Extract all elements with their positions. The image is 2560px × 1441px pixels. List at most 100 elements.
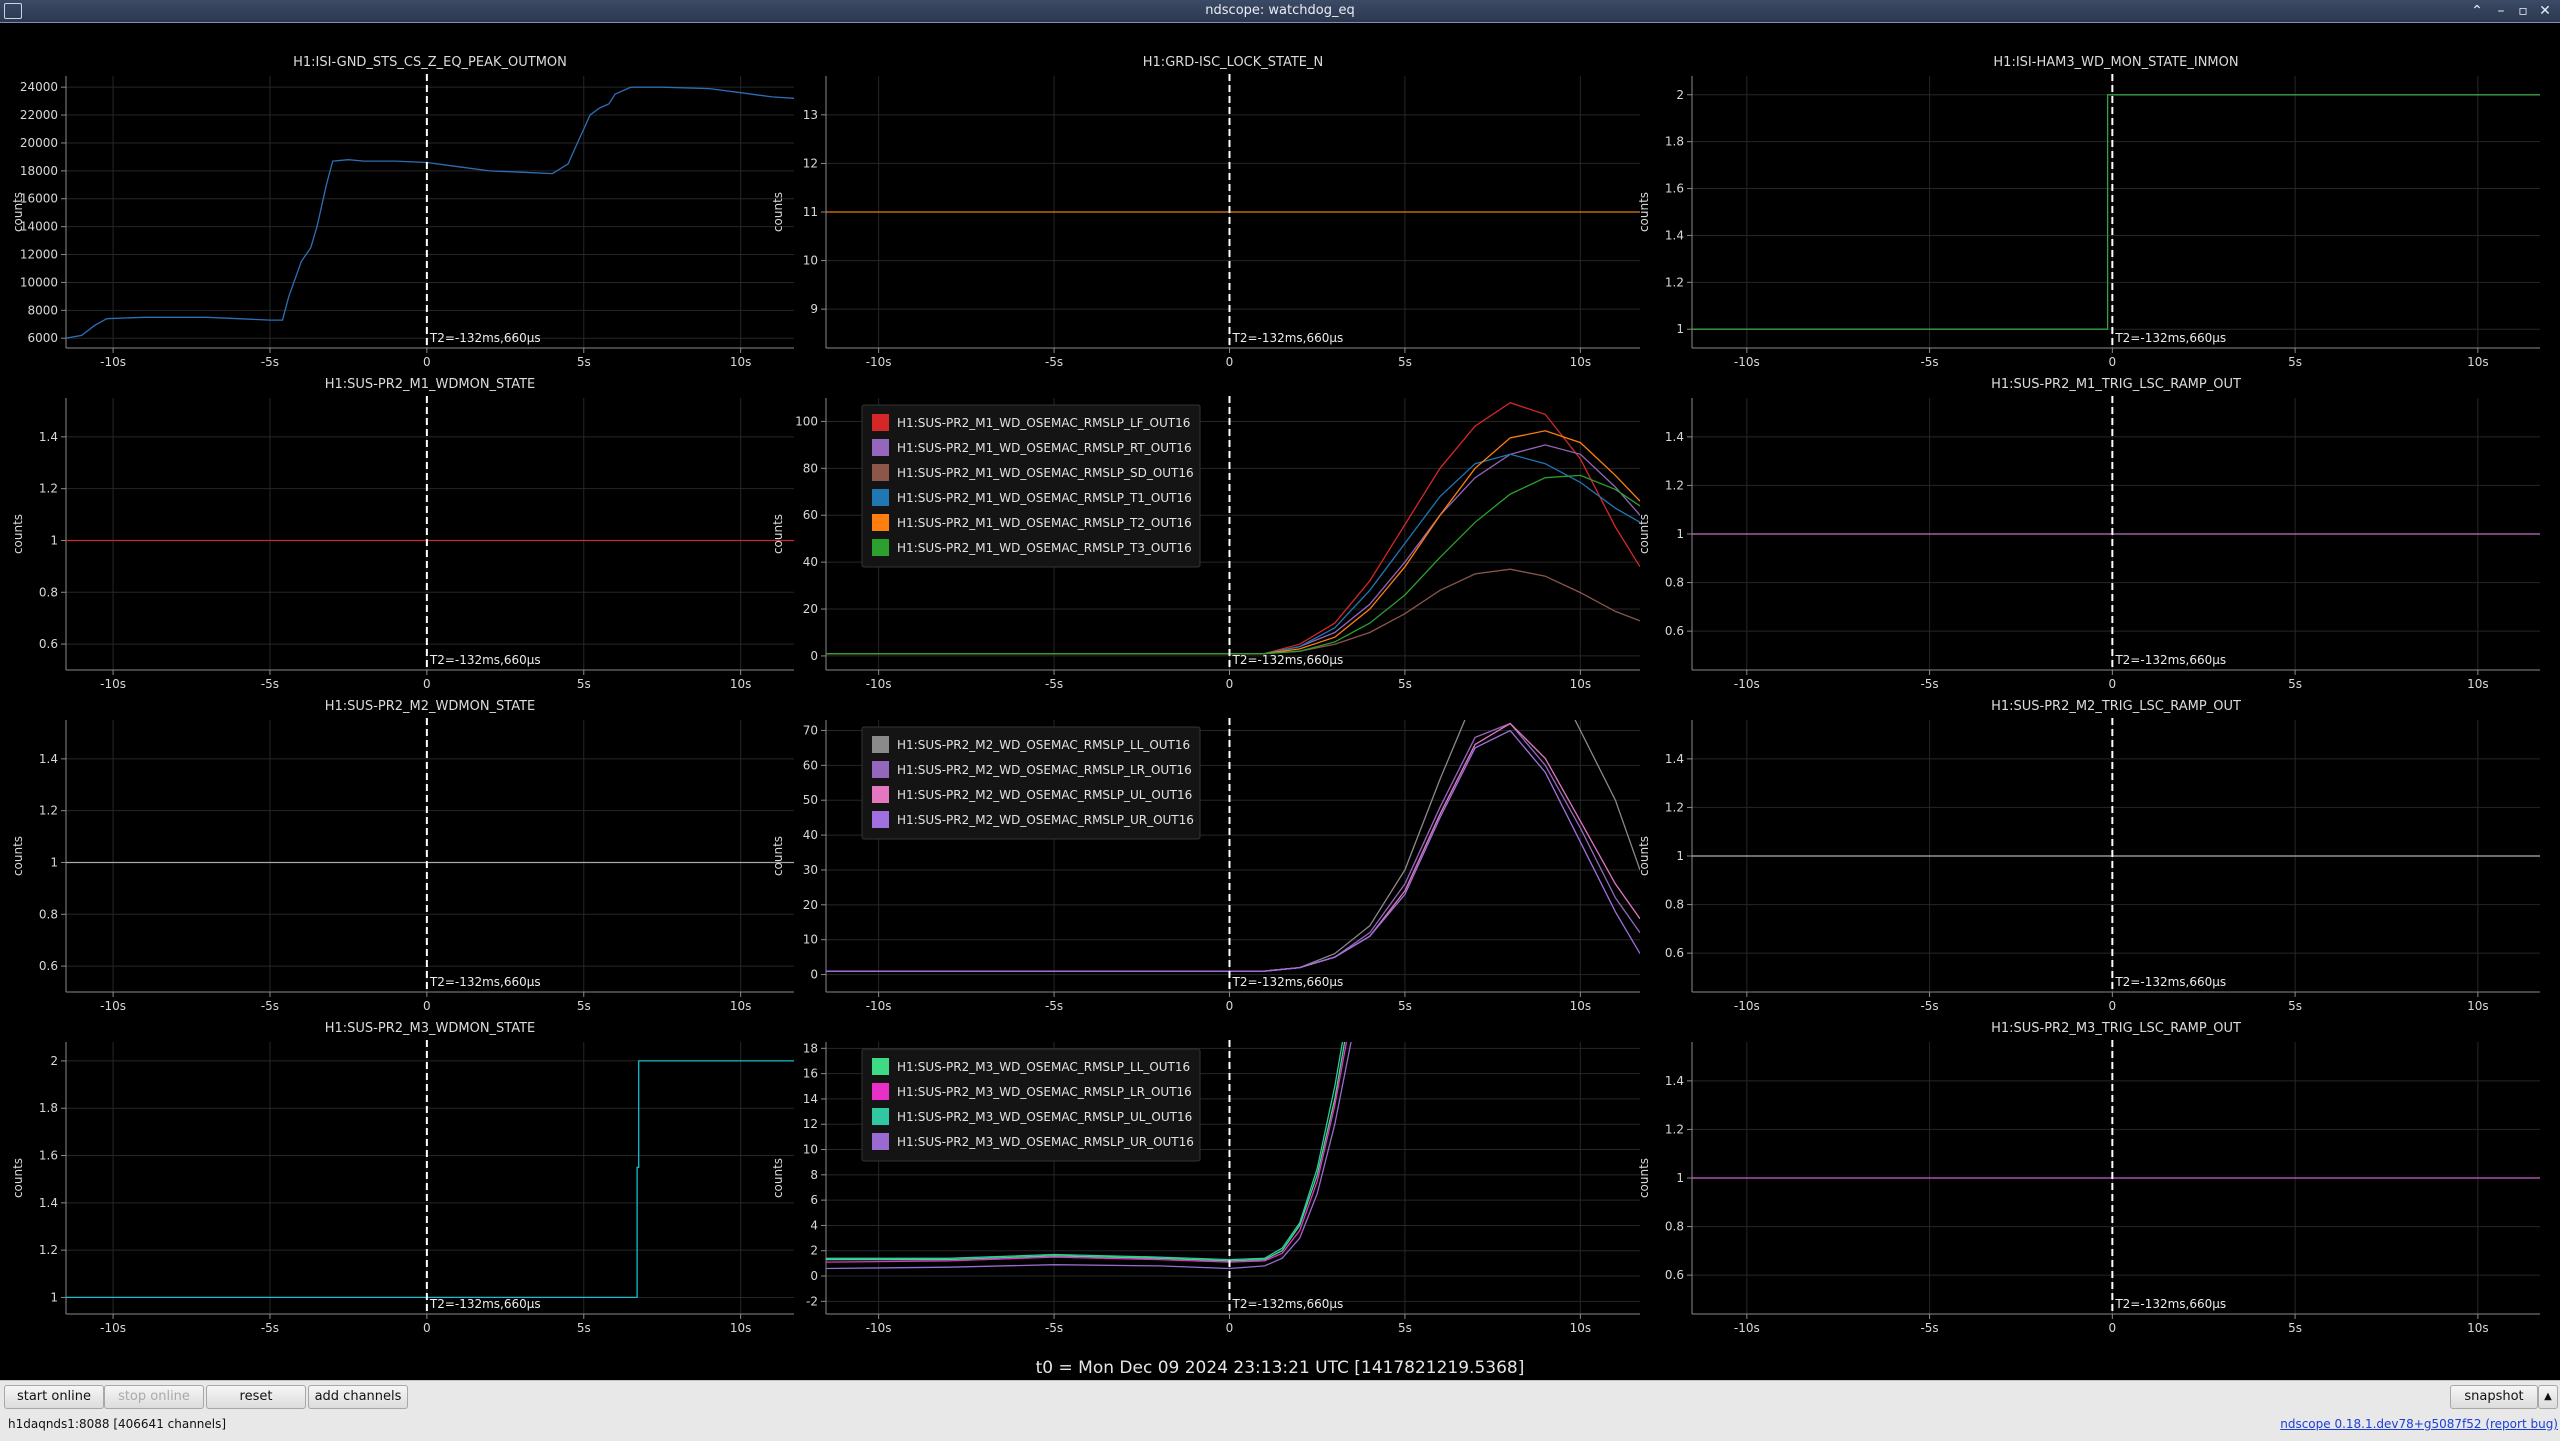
- cursor-label: T2=-132ms,660µs: [429, 653, 541, 667]
- x-tick-label: 5s: [1398, 999, 1412, 1013]
- y-tick-label: 0.6: [39, 637, 58, 651]
- snapshot-menu-icon[interactable]: ▲: [2538, 1385, 2558, 1409]
- plot-title: H1:SUS-PR2_M1_WDMON_STATE: [325, 377, 536, 392]
- y-axis-label: counts: [771, 514, 785, 554]
- legend-swatch: [872, 1133, 889, 1150]
- y-tick-label: 12000: [20, 248, 58, 262]
- legend-label: H1:SUS-PR2_M1_WD_OSEMAC_RMSLP_T1_OUT16: [897, 491, 1192, 505]
- y-axis-label: counts: [771, 192, 785, 232]
- y-tick-label: 1.6: [1665, 182, 1684, 196]
- x-tick-label: -10s: [1734, 677, 1760, 691]
- plot-sus-pr2-m1-osem: 0 20 40 60 80 100 -10s -5s 0 5s 10s counts T2=-132ms…: [771, 396, 1640, 691]
- plot-sus-pr2-m3-wd: H1:SUS-PR2_M3_WDMON_STATE 1 1.2 1.4 1.6 1.8 2 -…: [11, 1021, 794, 1335]
- y-axis-label: counts: [1637, 1158, 1651, 1198]
- x-tick-label: 10s: [1570, 677, 1592, 691]
- x-tick-label: -5s: [1045, 999, 1063, 1013]
- y-axis-label: counts: [771, 1158, 785, 1198]
- cursor-label: T2=-132ms,660µs: [429, 1297, 541, 1311]
- x-tick-label: -10s: [866, 999, 892, 1013]
- y-tick-label: 10: [803, 1143, 818, 1157]
- plot-sus-pr2-m2-wd: H1:SUS-PR2_M2_WDMON_STATE 0.6 0.8 1 1.2 1.4 -1…: [11, 699, 794, 1013]
- stop-online-button[interactable]: stop online: [104, 1385, 204, 1409]
- y-tick-label: 1: [50, 533, 58, 547]
- series-line: [66, 1060, 794, 1299]
- x-tick-label: -5s: [1920, 355, 1938, 369]
- y-tick-label: 1.6: [39, 1149, 58, 1163]
- cursor-label: T2=-132ms,660µs: [1231, 975, 1343, 989]
- x-tick-label: -5s: [1920, 999, 1938, 1013]
- window-title: ndscope: watchdog_eq: [1205, 3, 1355, 18]
- y-tick-label: 1: [50, 855, 58, 869]
- x-tick-label: 5s: [577, 999, 591, 1013]
- cursor-label: T2=-132ms,660µs: [2114, 653, 2226, 667]
- legend-swatch: [872, 736, 889, 753]
- plot-title: H1:ISI-HAM3_WD_MON_STATE_INMON: [1993, 55, 2238, 70]
- legend-label: H1:SUS-PR2_M2_WD_OSEMAC_RMSLP_LR_OUT16: [897, 763, 1192, 777]
- y-tick-label: 60: [803, 758, 818, 772]
- y-tick-label: 6: [810, 1193, 818, 1207]
- plot-sus-pr2-m3-trig: H1:SUS-PR2_M3_TRIG_LSC_RAMP_OUT 0.6 0.8 1 1.…: [1637, 1021, 2540, 1335]
- y-tick-label: 1.2: [39, 804, 58, 818]
- x-tick-label: 5s: [577, 1321, 591, 1335]
- add-channels-button[interactable]: add channels: [308, 1385, 408, 1409]
- legend-swatch: [872, 1058, 889, 1075]
- t0-label: t0 = Mon Dec 09 2024 23:13:21 UTC [14178…: [1035, 1358, 1525, 1378]
- x-tick-label: 0: [1226, 999, 1234, 1013]
- legend-swatch: [872, 786, 889, 803]
- y-axis-label: counts: [1637, 192, 1651, 232]
- plot-grid[interactable]: H1:ISI-GND_STS_CS_Z_EQ_PEAK_OUTMON 6000 80…: [0, 23, 2560, 1380]
- window-titlebar: ndscope: watchdog_eq ⌃ – ▫ ✕: [0, 0, 2560, 23]
- x-tick-label: 5s: [1398, 355, 1412, 369]
- reset-button[interactable]: reset: [206, 1385, 306, 1409]
- legend-label: H1:SUS-PR2_M1_WD_OSEMAC_RMSLP_SD_OUT16: [897, 466, 1194, 480]
- y-axis-label: counts: [1637, 836, 1651, 876]
- x-tick-label: -5s: [1920, 677, 1938, 691]
- x-tick-label: 0: [2109, 355, 2117, 369]
- x-tick-label: 5s: [2288, 1321, 2302, 1335]
- y-axis-label: counts: [11, 1158, 25, 1198]
- x-tick-label: 5s: [2288, 355, 2302, 369]
- window-menu-icon[interactable]: ⌃: [2466, 1, 2488, 21]
- y-tick-label: 2: [50, 1054, 58, 1068]
- cursor-label: T2=-132ms,660µs: [1231, 331, 1343, 345]
- snapshot-button[interactable]: snapshot: [2450, 1385, 2538, 1409]
- y-axis-label: counts: [11, 514, 25, 554]
- y-tick-label: 11: [803, 205, 818, 219]
- x-tick-label: -10s: [1734, 999, 1760, 1013]
- x-tick-label: 10s: [730, 999, 752, 1013]
- y-tick-label: 10: [803, 933, 818, 947]
- y-tick-label: 1.4: [39, 430, 58, 444]
- x-tick-label: -10s: [866, 1321, 892, 1335]
- y-tick-label: 8000: [27, 303, 58, 317]
- legend-label: H1:SUS-PR2_M3_WD_OSEMAC_RMSLP_LR_OUT16: [897, 1085, 1192, 1099]
- x-tick-label: 10s: [730, 355, 752, 369]
- y-axis-label: counts: [1637, 514, 1651, 554]
- x-tick-label: -10s: [100, 999, 126, 1013]
- x-tick-label: -5s: [261, 355, 279, 369]
- start-online-button[interactable]: start online: [4, 1385, 104, 1409]
- legend-swatch: [872, 464, 889, 481]
- x-tick-label: 5s: [577, 677, 591, 691]
- y-tick-label: 0.6: [39, 959, 58, 973]
- y-tick-label: 14000: [20, 220, 58, 234]
- plot-isi-ham3-wd: H1:ISI-HAM3_WD_MON_STATE_INMON 1 1.2 1.4 1.6…: [1637, 55, 2540, 369]
- legend-label: H1:SUS-PR2_M3_WD_OSEMAC_RMSLP_UL_OUT16: [897, 1110, 1192, 1124]
- y-tick-label: 9: [810, 302, 818, 316]
- minimize-icon[interactable]: –: [2490, 1, 2512, 21]
- y-tick-label: 0.6: [1665, 946, 1684, 960]
- series-group: [1692, 94, 2540, 330]
- y-tick-label: 2: [1676, 88, 1684, 102]
- cursor-label: T2=-132ms,660µs: [1231, 653, 1343, 667]
- plots-canvas[interactable]: H1:ISI-GND_STS_CS_Z_EQ_PEAK_OUTMON600080…: [0, 23, 2560, 1358]
- legend-label: H1:SUS-PR2_M2_WD_OSEMAC_RMSLP_UL_OUT16: [897, 788, 1192, 802]
- y-tick-label: 10000: [20, 275, 58, 289]
- version-link[interactable]: ndscope 0.18.1.dev78+g5087f52 (report bu…: [2280, 1417, 2558, 1431]
- legend-label: H1:SUS-PR2_M1_WD_OSEMAC_RMSLP_T3_OUT16: [897, 541, 1192, 555]
- series-group: [66, 1060, 794, 1299]
- y-axis-label: counts: [11, 836, 25, 876]
- y-tick-label: 0.8: [1665, 576, 1684, 590]
- close-icon[interactable]: ✕: [2534, 1, 2556, 21]
- x-tick-label: -5s: [1045, 355, 1063, 369]
- y-tick-label: 0: [810, 1269, 818, 1283]
- maximize-icon[interactable]: ▫: [2512, 1, 2534, 21]
